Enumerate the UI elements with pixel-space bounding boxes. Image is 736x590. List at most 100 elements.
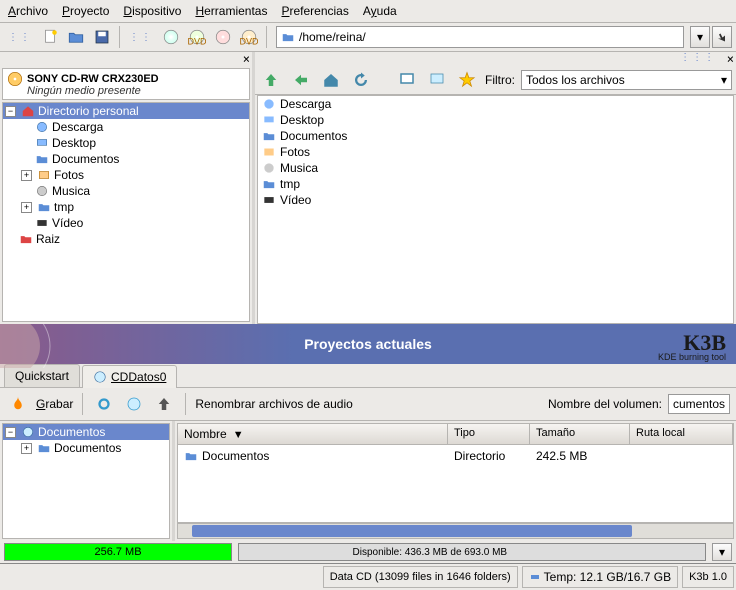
list-item[interactable]: tmp: [258, 176, 733, 192]
tree-row[interactable]: Desktop: [3, 135, 249, 151]
folder-icon: [37, 441, 51, 455]
list-item[interactable]: Documentos: [258, 128, 733, 144]
project-tree-pane: −Documentos +Documentos: [0, 421, 175, 541]
disc-decor-icon: [0, 324, 60, 368]
status-temp: Temp: 12.1 GB/16.7 GB: [522, 566, 678, 588]
tree-row[interactable]: +tmp: [3, 199, 249, 215]
tree-row-raiz[interactable]: Raiz: [3, 231, 249, 247]
disc-rw-icon[interactable]: [211, 25, 235, 49]
reload-button[interactable]: [349, 68, 373, 92]
handle-icon: ⋮⋮⋮: [680, 52, 716, 66]
menubar: Archivo Proyecto Dispositivo Herramienta…: [0, 0, 736, 23]
menu-preferencias[interactable]: Preferencias: [281, 4, 348, 18]
tree-row[interactable]: Descarga: [3, 119, 249, 135]
menu-dispositivo[interactable]: Dispositivo: [123, 4, 181, 18]
tree-row[interactable]: −Documentos: [3, 424, 169, 440]
table-row[interactable]: Documentos Directorio 242.5 MB: [178, 445, 733, 467]
col-ruta[interactable]: Ruta local: [630, 424, 733, 444]
tree-row[interactable]: +Fotos: [3, 167, 249, 183]
left-tree[interactable]: −Directorio personal Descarga Desktop Do…: [2, 102, 250, 322]
tree-row[interactable]: Documentos: [3, 151, 249, 167]
svg-text:DVD: DVD: [188, 37, 206, 47]
tree-row[interactable]: Vídeo: [3, 215, 249, 231]
project-toolbar: Grabar Renombrar archivos de audio Nombr…: [0, 388, 736, 421]
folder-icon: [35, 120, 49, 134]
gear-button[interactable]: [92, 392, 116, 416]
tree-row-root[interactable]: −Directorio personal: [3, 103, 249, 119]
import-button[interactable]: [122, 392, 146, 416]
main-toolbar: ⋮⋮ ⋮⋮ DVD DVD /home/reina/ ▾: [0, 23, 736, 52]
bookmark-button[interactable]: [455, 68, 479, 92]
video-icon: [35, 216, 49, 230]
close-pane-button[interactable]: ×: [727, 52, 734, 66]
status-version: K3b 1.0: [682, 566, 734, 588]
volname-input[interactable]: [668, 394, 730, 414]
menu-ayuda[interactable]: Ayuda: [363, 4, 397, 18]
list-item[interactable]: Desktop: [258, 112, 733, 128]
tree-row[interactable]: +Documentos: [3, 440, 169, 456]
new-button[interactable]: [38, 25, 62, 49]
rename-button[interactable]: Renombrar archivos de audio: [195, 397, 352, 411]
left-pane: × SONY CD-RW CRX230EDNingún medio presen…: [0, 52, 255, 324]
view-list-button[interactable]: [425, 68, 449, 92]
progress-menu-button[interactable]: ▾: [712, 543, 732, 561]
menu-proyecto[interactable]: Proyecto: [62, 4, 109, 18]
disc-icon: [21, 425, 35, 439]
statusbar: Data CD (13099 files in 1646 folders) Te…: [0, 563, 736, 590]
folder-icon: [35, 152, 49, 166]
col-tipo[interactable]: Tipo: [448, 424, 530, 444]
tree-row[interactable]: Musica: [3, 183, 249, 199]
parent-button[interactable]: [152, 392, 176, 416]
progress-bar: 256.7 MB: [4, 543, 232, 561]
available-label: Disponible: 436.3 MB de 693.0 MB: [353, 547, 508, 558]
list-item[interactable]: Fotos: [258, 144, 733, 160]
menu-herramientas[interactable]: Herramientas: [195, 4, 267, 18]
status-info: Data CD (13099 files in 1646 folders): [323, 566, 518, 588]
folder-icon: [184, 449, 198, 463]
list-item[interactable]: Descarga: [258, 96, 733, 112]
close-pane-button[interactable]: ×: [243, 52, 250, 66]
list-item[interactable]: Vídeo: [258, 192, 733, 208]
project-table-pane: Nombre ▼ Tipo Tamaño Ruta local Document…: [175, 421, 736, 541]
folder-icon: [262, 97, 276, 111]
tabbar: Quickstart CDDatos0: [0, 364, 736, 388]
menu-archivo[interactable]: Archivo: [8, 4, 48, 18]
folder-icon: [281, 30, 295, 44]
burn-icon[interactable]: [6, 392, 30, 416]
folder-red-icon: [19, 232, 33, 246]
video-icon: [262, 193, 276, 207]
file-toolbar: Filtro: Todos los archivos▾: [255, 66, 736, 95]
path-history-button[interactable]: ▾: [690, 26, 710, 48]
project-table[interactable]: Nombre ▼ Tipo Tamaño Ruta local Document…: [177, 423, 734, 523]
h-scrollbar[interactable]: [177, 523, 734, 539]
disc-icon: [7, 71, 23, 87]
section-header: Proyectos actuales K3BKDE burning tool: [0, 324, 736, 364]
folder-icon: [37, 200, 51, 214]
disc-cd-icon[interactable]: [159, 25, 183, 49]
burn-button[interactable]: Grabar: [36, 397, 73, 411]
save-button[interactable]: [90, 25, 114, 49]
list-item[interactable]: Musica: [258, 160, 733, 176]
up-button[interactable]: [259, 68, 283, 92]
path-go-button[interactable]: [712, 26, 732, 48]
device-box[interactable]: SONY CD-RW CRX230EDNingún medio presente: [2, 68, 250, 100]
view-icons-button[interactable]: [395, 68, 419, 92]
home-icon: [21, 104, 35, 118]
open-button[interactable]: [64, 25, 88, 49]
back-button[interactable]: [289, 68, 313, 92]
filter-combo[interactable]: Todos los archivos▾: [521, 70, 732, 90]
path-input[interactable]: /home/reina/: [276, 26, 684, 48]
music-icon: [262, 161, 276, 175]
tab-cddatos[interactable]: CDDatos0: [82, 365, 177, 388]
col-tamano[interactable]: Tamaño: [530, 424, 630, 444]
photo-icon: [37, 168, 51, 182]
home-button[interactable]: [319, 68, 343, 92]
project-tree[interactable]: −Documentos +Documentos: [2, 423, 170, 539]
disc-dvd2-icon[interactable]: DVD: [237, 25, 261, 49]
col-nombre[interactable]: Nombre ▼: [178, 424, 448, 444]
file-list[interactable]: Descarga Desktop Documentos Fotos Musica…: [257, 95, 734, 324]
desktop-icon: [262, 113, 276, 127]
folder-icon: [262, 177, 276, 191]
filter-label: Filtro:: [485, 73, 515, 87]
disc-dvd-icon[interactable]: DVD: [185, 25, 209, 49]
